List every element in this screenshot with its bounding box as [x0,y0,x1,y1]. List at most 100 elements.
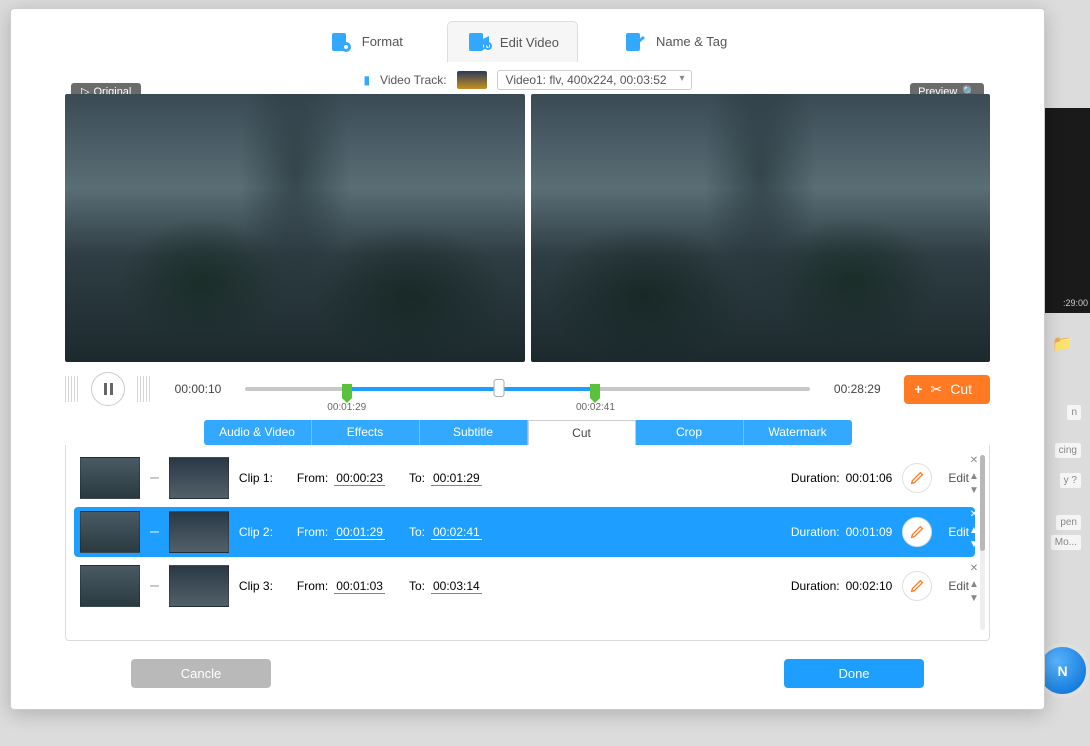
remove-clip-icon[interactable]: ✕ [967,509,981,520]
move-down-icon[interactable]: ▼ [967,539,981,550]
clip-scrollbar[interactable] [980,455,985,630]
pencil-icon [909,578,925,594]
to-value[interactable]: 00:02:41 [431,525,482,540]
clip-name: Clip 3: [239,579,273,593]
tab-name-tag[interactable]: Name & Tag [604,21,745,62]
clip-list-panel: – Clip 1: From: 00:00:23 To: 00:01:29 Dura… [65,445,990,641]
clip-row[interactable]: – Clip 3: From:00:01:03 To:00:03:14 Dura… [74,561,975,611]
track-thumbnail [457,71,487,89]
marker-start[interactable] [342,384,352,398]
clip-row[interactable]: – Clip 1: From:00:00:23 To:00:01:29 Dura… [74,453,975,503]
duration-value: 00:01:09 [846,525,893,539]
marker-start-label: 00:01:29 [327,402,366,413]
plus-icon: + [914,381,922,397]
duration-label: Duration: [791,471,840,485]
clip-name: Clip 2: [239,525,273,539]
grip-icon [137,376,151,402]
current-time: 00:00:10 [163,382,233,396]
clip-thumb-end [169,457,229,499]
cancel-button[interactable]: Cancle [131,659,271,688]
tab-format[interactable]: Format [310,21,421,62]
original-video-pane[interactable] [65,94,525,362]
marker-end-label: 00:02:41 [576,402,615,413]
remove-clip-icon[interactable]: ✕ [967,455,981,466]
sub-tab-cut[interactable]: Cut [528,420,636,445]
from-value[interactable]: 00:01:29 [334,525,385,540]
marker-end[interactable] [590,384,600,398]
timeline[interactable]: 00:01:29 00:02:41 [245,376,810,402]
duration-label: Duration: [791,579,840,593]
preview-area [11,94,1044,362]
video-track-select[interactable]: Video1: flv, 400x224, 00:03:52 [497,70,692,90]
to-label: To: [409,525,425,539]
bg-text: cing [1054,442,1082,459]
duration-label: Duration: [791,525,840,539]
tab-edit-video[interactable]: Edit Video [447,21,578,62]
sub-tab-watermark[interactable]: Watermark [744,420,852,445]
bg-preview-time: :29:00 [1063,298,1088,308]
clip-fields: Clip 2: From:00:01:29 To:00:02:41 Durati… [239,525,892,540]
bg-preview [1045,108,1090,313]
move-up-icon[interactable]: ▲ [967,525,981,536]
dash-icon: – [150,523,159,541]
edit-label: Edit [948,579,969,593]
move-up-icon[interactable]: ▲ [967,579,981,590]
clip-fields: Clip 1: From:00:00:23 To:00:01:29 Durati… [239,471,892,486]
sub-tab-subtitle[interactable]: Subtitle [420,420,528,445]
video-track-label: Video Track: [380,73,446,87]
bg-text: n [1066,404,1082,421]
cut-button[interactable]: + ✂ Cut [904,375,990,404]
move-up-icon[interactable]: ▲ [967,471,981,482]
clip-thumb-start [80,565,140,607]
pencil-icon [909,470,925,486]
bg-text: pen [1055,514,1082,531]
move-down-icon[interactable]: ▼ [967,485,981,496]
edit-clip-button[interactable] [902,517,932,547]
playhead[interactable] [494,379,505,397]
edit-video-icon [466,30,492,54]
pencil-icon [909,524,925,540]
timeline-selection [347,387,596,391]
done-label: Done [838,666,869,681]
modal-footer: Cancle Done [11,641,1044,688]
tab-edit-video-label: Edit Video [500,35,559,50]
total-time: 00:28:29 [822,382,892,396]
sub-tab-effects[interactable]: Effects [312,420,420,445]
from-label: From: [297,471,328,485]
pause-button[interactable] [91,372,125,406]
clip-thumb-end [169,565,229,607]
clip-row[interactable]: – Clip 2: From:00:01:29 To:00:02:41 Dura… [74,507,975,557]
grip-icon [65,376,79,402]
clip-name: Clip 1: [239,471,273,485]
format-icon [328,30,354,54]
preview-video-pane[interactable] [531,94,991,362]
sub-tab-crop[interactable]: Crop [636,420,744,445]
from-label: From: [297,579,328,593]
remove-clip-icon[interactable]: ✕ [967,563,981,574]
sub-tab-audio-video[interactable]: Audio & Video [204,420,312,445]
tab-format-label: Format [362,34,403,49]
edit-video-modal: Format Edit Video Name & Tag ▮ Video Tra… [10,8,1045,710]
cut-button-label: Cut [950,381,972,397]
move-down-icon[interactable]: ▼ [967,593,981,604]
edit-clip-button[interactable] [902,571,932,601]
scrollbar-thumb[interactable] [980,455,985,551]
duration-value: 00:02:10 [846,579,893,593]
clip-thumb-start [80,511,140,553]
video-track-bar: ▮ Video Track: Video1: flv, 400x224, 00:… [11,68,1044,94]
edit-sub-tabs: Audio & VideoEffectsSubtitleCutCropWater… [65,420,990,445]
pause-icon [104,383,113,395]
to-value[interactable]: 00:03:14 [431,579,482,594]
bg-text: y ? [1059,472,1082,489]
from-value[interactable]: 00:01:03 [334,579,385,594]
from-value[interactable]: 00:00:23 [334,471,385,486]
playback-row: 00:00:10 00:01:29 00:02:41 00:28:29 + ✂ … [11,362,1044,410]
duration-value: 00:01:06 [846,471,893,485]
name-tag-icon [622,30,648,54]
edit-label: Edit [948,471,969,485]
clip-fields: Clip 3: From:00:01:03 To:00:03:14 Durati… [239,579,892,594]
to-value[interactable]: 00:01:29 [431,471,482,486]
edit-clip-button[interactable] [902,463,932,493]
done-button[interactable]: Done [784,659,924,688]
cancel-label: Cancle [181,666,221,681]
